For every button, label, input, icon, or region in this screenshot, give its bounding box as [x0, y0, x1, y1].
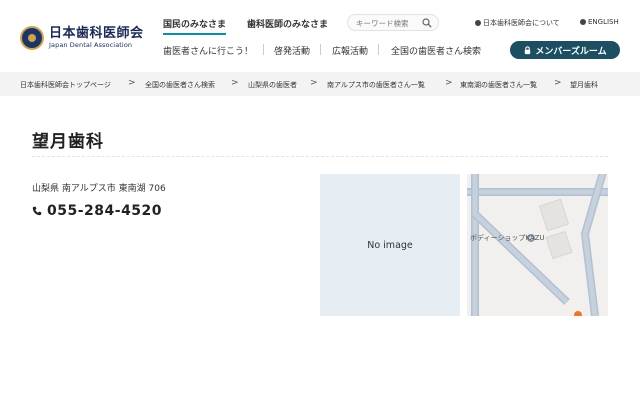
english-link[interactable]: ENGLISH: [580, 18, 619, 26]
arrow-circle-icon: [475, 20, 481, 26]
logo-emblem-icon: [20, 26, 44, 50]
site-logo[interactable]: 日本歯科医師会 Japan Dental Association: [20, 26, 144, 50]
search-box: [347, 14, 439, 31]
logo-title-en: Japan Dental Association: [49, 41, 133, 50]
breadcrumb-item[interactable]: 南アルプス市の歯医者さん一覧: [327, 80, 425, 90]
breadcrumb-separator: >: [445, 78, 453, 88]
no-image-label: No image: [367, 239, 413, 251]
site-header: 日本歯科医師会 Japan Dental Association 国民のみなさま…: [0, 0, 640, 72]
breadcrumb-item[interactable]: 全国の歯医者さん検索: [145, 80, 215, 90]
nav-divider: [320, 44, 321, 55]
breadcrumb-separator: >: [554, 78, 562, 88]
breadcrumb-separator: >: [231, 78, 239, 88]
nav-divider: [263, 44, 264, 55]
nav-visit-dentist[interactable]: 歯医者さんに行こう！: [163, 44, 253, 57]
about-link-label: 日本歯科医師会について: [483, 19, 560, 27]
arrow-circle-icon: [580, 19, 586, 25]
clinic-phone-number: 055-284-4520: [47, 203, 163, 219]
clinic-image-placeholder: No image: [320, 174, 460, 316]
phone-icon: [32, 206, 42, 216]
tab-dentists[interactable]: 歯科医師のみなさま: [247, 17, 328, 30]
logo-title-jp: 日本歯科医師会: [49, 26, 144, 42]
members-room-button[interactable]: メンバーズルーム: [510, 41, 620, 59]
map-poi-label: ボディーショップKAZU: [470, 234, 545, 242]
breadcrumb-current: 望月歯科: [570, 81, 598, 89]
tab-citizens[interactable]: 国民のみなさま: [163, 17, 227, 35]
clinic-address: 山梨県 南アルプス市 東南湖 706: [32, 184, 166, 194]
logo-text: 日本歯科医師会 Japan Dental Association: [49, 27, 144, 49]
location-map[interactable]: ボディーショップKAZU: [467, 174, 608, 316]
search-input[interactable]: [356, 17, 422, 29]
nav-pr-activities[interactable]: 広報活動: [332, 44, 368, 57]
english-link-label: ENGLISH: [588, 18, 619, 26]
breadcrumb-item[interactable]: 東南湖の歯医者さん一覧: [460, 80, 537, 90]
clinic-phone[interactable]: 055-284-4520: [32, 203, 162, 219]
members-room-label: メンバーズルーム: [535, 46, 607, 57]
breadcrumb-item[interactable]: 山梨県の歯医者: [248, 80, 297, 90]
breadcrumb-item[interactable]: 日本歯科医師会トップページ: [20, 80, 111, 90]
map-roads: [467, 174, 608, 316]
page-title: 望月歯科: [32, 132, 104, 152]
about-link[interactable]: 日本歯科医師会について: [475, 18, 560, 28]
breadcrumb: 日本歯科医師会トップページ > 全国の歯医者さん検索 > 山梨県の歯医者 > 南…: [0, 72, 640, 96]
nav-divider: [378, 44, 379, 55]
lock-icon: [525, 45, 531, 54]
search-icon[interactable]: [422, 18, 432, 28]
breadcrumb-separator: >: [128, 78, 136, 88]
title-divider: [32, 156, 608, 157]
nav-dentist-search[interactable]: 全国の歯医者さん検索: [391, 44, 481, 57]
breadcrumb-separator: >: [310, 78, 318, 88]
nav-awareness[interactable]: 啓発活動: [274, 44, 310, 57]
